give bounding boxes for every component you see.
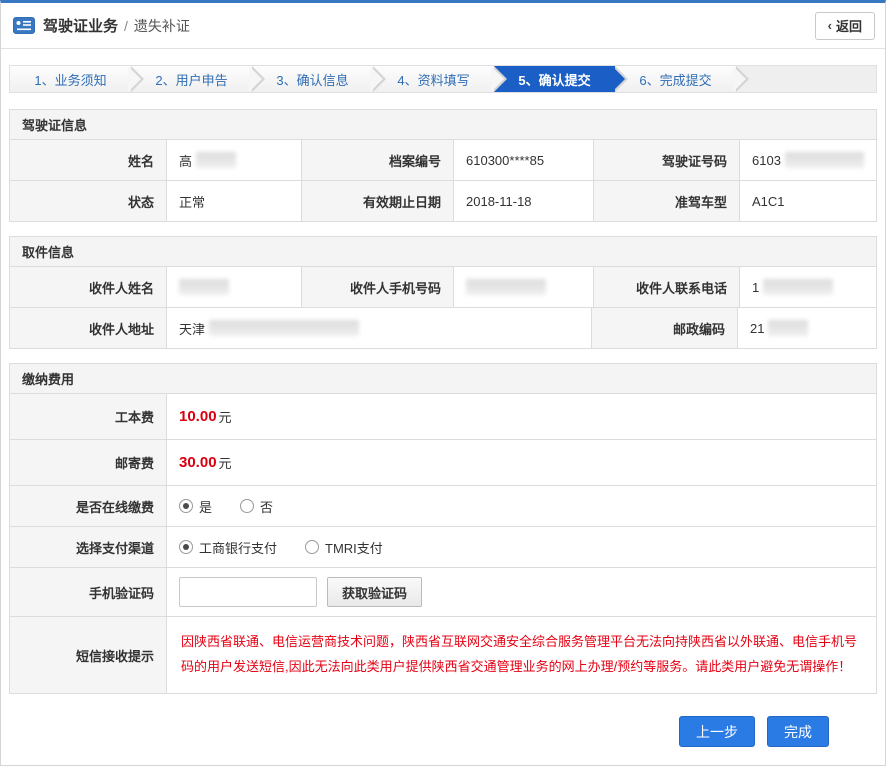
license-info-header: 驾驶证信息: [10, 110, 876, 140]
table-row: 状态 正常 有效期止日期 2018-11-18 准驾车型 A1C1: [10, 181, 876, 221]
file-no-value: 610300****85: [454, 140, 594, 180]
table-row: 工本费 10.00元: [10, 394, 876, 440]
online-pay-no-option[interactable]: 否: [240, 497, 273, 516]
table-row: 短信接收提示 因陕西省联通、电信运营商技术问题，陕西省互联网交通安全综合服务管理…: [10, 617, 876, 693]
radio-unchecked-icon[interactable]: [240, 499, 254, 513]
previous-step-button[interactable]: 上一步: [679, 716, 755, 747]
step-3-confirm-info: 3、确认信息: [252, 66, 373, 92]
table-row: 姓名 高 档案编号 610300****85 驾驶证号码 6103: [10, 140, 876, 181]
name-label: 姓名: [10, 140, 167, 180]
license-no-label: 驾驶证号码: [594, 140, 740, 180]
footer-actions: 上一步 完成: [1, 708, 885, 747]
captcha-label: 手机验证码: [10, 568, 167, 616]
online-pay-radio-group: 是 否: [179, 497, 301, 516]
finish-button[interactable]: 完成: [767, 716, 829, 747]
status-label: 状态: [10, 181, 167, 221]
page-title: 驾驶证业务: [43, 15, 118, 36]
back-button[interactable]: ‹ 返回: [815, 12, 875, 40]
postage-fee-value: 30.00元: [167, 440, 876, 485]
license-no-value: 6103: [740, 140, 876, 180]
chevron-left-icon: ‹: [828, 18, 832, 33]
redacted-blur: [179, 279, 229, 295]
radio-unchecked-icon[interactable]: [305, 540, 319, 554]
step-1-business-notice: 1、业务须知: [10, 66, 131, 92]
recipient-name-label: 收件人姓名: [10, 267, 167, 307]
back-button-label: 返回: [836, 16, 862, 35]
recipient-mobile-value: [454, 267, 594, 307]
redacted-blur: [196, 152, 236, 168]
redacted-blur: [768, 320, 808, 336]
recipient-mobile-label: 收件人手机号码: [302, 267, 454, 307]
license-business-icon: [13, 17, 35, 34]
top-bar: 驾驶证业务 / 遗失补证 ‹ 返回: [1, 3, 885, 49]
address-value: 天津: [167, 308, 592, 348]
expiry-value: 2018-11-18: [454, 181, 594, 221]
expiry-label: 有效期止日期: [302, 181, 454, 221]
redacted-blur: [785, 152, 864, 168]
captcha-input[interactable]: [179, 577, 317, 607]
online-pay-yes-option[interactable]: 是: [179, 497, 212, 516]
recipient-tel-label: 收件人联系电话: [594, 267, 740, 307]
pickup-info-section: 取件信息 收件人姓名 收件人手机号码 收件人联系电话 1 收件人地址 天津 邮政…: [9, 236, 877, 349]
radio-checked-icon[interactable]: [179, 540, 193, 554]
step-6-complete-submit: 6、完成提交: [615, 66, 736, 92]
radio-checked-icon[interactable]: [179, 499, 193, 513]
redacted-blur: [763, 279, 833, 295]
table-row: 收件人地址 天津 邮政编码 21: [10, 308, 876, 348]
vehicle-type-value: A1C1: [740, 181, 876, 221]
recipient-name-value: [167, 267, 302, 307]
cost-fee-label: 工本费: [10, 394, 167, 439]
file-no-label: 档案编号: [302, 140, 454, 180]
pickup-info-header: 取件信息: [10, 237, 876, 267]
license-info-section: 驾驶证信息 姓名 高 档案编号 610300****85 驾驶证号码 6103 …: [9, 109, 877, 222]
table-row: 邮寄费 30.00元: [10, 440, 876, 486]
postcode-label: 邮政编码: [592, 308, 738, 348]
table-row: 是否在线缴费 是 否: [10, 486, 876, 527]
vehicle-type-label: 准驾车型: [594, 181, 740, 221]
cost-fee-value: 10.00元: [167, 394, 876, 439]
redacted-blur: [209, 320, 359, 336]
channel-tmri-option[interactable]: TMRI支付: [305, 538, 383, 557]
pay-channel-label: 选择支付渠道: [10, 527, 167, 567]
get-captcha-button[interactable]: 获取验证码: [327, 577, 422, 607]
status-value: 正常: [167, 181, 302, 221]
table-row: 手机验证码 获取验证码: [10, 568, 876, 617]
redacted-blur: [466, 279, 546, 295]
pay-channel-radio-group: 工商银行支付 TMRI支付: [179, 538, 411, 557]
postage-fee-label: 邮寄费: [10, 440, 167, 485]
page: 驾驶证业务 / 遗失补证 ‹ 返回 1、业务须知 2、用户申告 3、确认信息 4…: [0, 0, 886, 766]
recipient-tel-value: 1: [740, 267, 876, 307]
step-2-user-declaration: 2、用户申告: [131, 66, 252, 92]
sms-notice-text: 因陕西省联通、电信运营商技术问题，陕西省互联网交通安全综合服务管理平台无法向持陕…: [167, 617, 876, 693]
sms-notice-label: 短信接收提示: [10, 617, 167, 693]
title-separator: /: [124, 18, 128, 34]
address-label: 收件人地址: [10, 308, 167, 348]
step-4-fill-data: 4、资料填写: [373, 66, 494, 92]
channel-icbc-option[interactable]: 工商银行支付: [179, 538, 277, 557]
table-row: 收件人姓名 收件人手机号码 收件人联系电话 1: [10, 267, 876, 308]
page-subtitle: 遗失补证: [134, 16, 190, 36]
postcode-value: 21: [738, 308, 876, 348]
payment-header: 缴纳费用: [10, 364, 876, 394]
step-5-confirm-submit: 5、确认提交: [494, 66, 615, 92]
online-pay-label: 是否在线缴费: [10, 486, 167, 526]
table-row: 选择支付渠道 工商银行支付 TMRI支付: [10, 527, 876, 568]
name-value: 高: [167, 140, 302, 180]
step-wizard: 1、业务须知 2、用户申告 3、确认信息 4、资料填写 5、确认提交 6、完成提…: [9, 65, 877, 93]
payment-section: 缴纳费用 工本费 10.00元 邮寄费 30.00元 是否在线缴费 是: [9, 363, 877, 694]
